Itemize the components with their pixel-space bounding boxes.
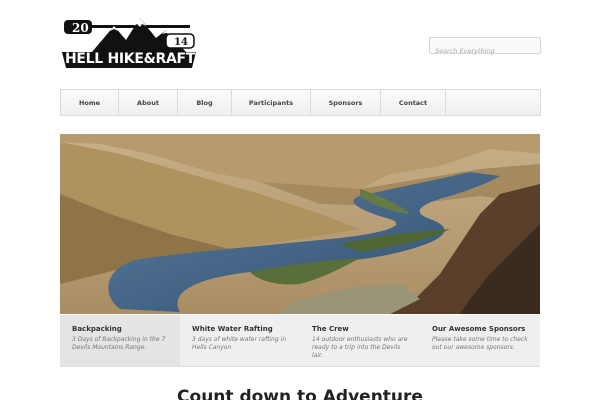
feature-title: Our Awesome Sponsors — [432, 325, 526, 333]
feature-desc: 14 outdoor enthusiasts who are ready to … — [312, 336, 408, 359]
nav-item-contact[interactable]: Contact — [381, 90, 446, 115]
river-canyon-photo-icon — [60, 134, 540, 314]
feature-title: White Water Rafting — [192, 325, 273, 333]
feature-title: Backpacking — [72, 325, 122, 333]
nav-item-participants[interactable]: Participants — [232, 90, 311, 115]
countdown-title: Count down to Adventure — [177, 387, 423, 400]
feature-title: The Crew — [312, 325, 349, 333]
search-input[interactable] — [430, 43, 540, 59]
nav-item-home[interactable]: Home — [61, 90, 119, 115]
logo-year-left: 20 — [72, 21, 89, 35]
feature-backpacking[interactable]: Backpacking 3 Days of Backpacking in the… — [60, 315, 180, 366]
logo-year-right: 14 — [174, 37, 188, 48]
nav-item-about[interactable]: About — [119, 90, 178, 115]
feature-strip: Backpacking 3 Days of Backpacking in the… — [60, 315, 540, 367]
site-logo[interactable]: 20 14 HELL HIKE&RAFT — [62, 16, 196, 72]
feature-desc: 3 Days of Backpacking in the 7 Devils Mo… — [72, 336, 166, 351]
hero-image[interactable] — [60, 134, 540, 314]
logo-text: HELL HIKE&RAFT — [64, 51, 196, 67]
main-nav: Home About Blog Participants Sponsors Co… — [60, 89, 541, 116]
feature-rafting[interactable]: White Water Rafting 3 days of white wate… — [180, 315, 300, 366]
nav-item-blog[interactable]: Blog — [178, 90, 232, 115]
search-box — [429, 37, 541, 59]
nav-item-sponsors[interactable]: Sponsors — [311, 90, 381, 115]
feature-desc: 3 days of white water rafting in Hells C… — [192, 336, 287, 351]
feature-desc: Please take some time to check out our a… — [432, 336, 528, 351]
feature-crew[interactable]: The Crew 14 outdoor enthusiasts who are … — [300, 315, 420, 366]
feature-sponsors[interactable]: Our Awesome Sponsors Please take some ti… — [420, 315, 540, 366]
